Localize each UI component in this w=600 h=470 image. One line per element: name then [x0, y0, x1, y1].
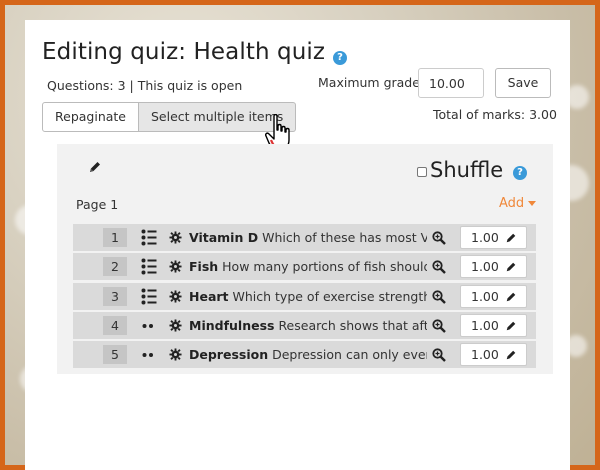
repaginate-button[interactable]: Repaginate: [42, 102, 139, 132]
preview-icon[interactable]: [432, 260, 446, 275]
mark-value: 1.00: [471, 317, 499, 333]
question-mark[interactable]: 1.00: [460, 226, 527, 249]
question-list: 1 Vitamin D Which of these has most Vita: [73, 224, 536, 370]
preview-icon[interactable]: [432, 319, 446, 333]
question-slot: 5 Depression Depression can only ever tr: [73, 341, 536, 369]
mark-value: 1.00: [471, 288, 499, 304]
action-buttons: Repaginate Select multiple items: [42, 102, 297, 132]
question-number: 4: [103, 315, 127, 335]
question-slot: 2 Fish How many portions of fish should …: [73, 253, 536, 281]
question-text[interactable]: Fish How many portions of fish should y: [189, 259, 427, 276]
mark-value: 1.00: [471, 230, 499, 245]
help-icon[interactable]: ?: [333, 51, 347, 65]
question-number: 3: [103, 286, 127, 306]
page-title: Editing quiz: Health quiz: [42, 39, 326, 65]
question-text[interactable]: Heart Which type of exercise strengthe: [189, 289, 427, 306]
pencil-icon[interactable]: [505, 349, 517, 361]
question-body: Depression can only ever tr: [272, 347, 427, 363]
question-name: Mindfulness: [189, 317, 275, 333]
quiz-section: Shuffle ? Page 1 Add 1 Vitamin D Which o…: [57, 144, 553, 374]
pencil-icon[interactable]: [88, 160, 102, 174]
shuffle-checkbox[interactable]: [417, 166, 427, 177]
question-name: Vitamin D: [189, 230, 259, 245]
pencil-icon[interactable]: [505, 232, 517, 244]
gear-icon[interactable]: [169, 231, 182, 244]
list-bullets: [141, 229, 157, 246]
page-heading: Page 1: [76, 197, 119, 212]
question-number: 1: [103, 228, 127, 247]
quiz-status: Questions: 3 | This quiz is open: [47, 78, 243, 93]
shuffle-label: Shuffle: [430, 158, 504, 182]
question-text[interactable]: Depression Depression can only ever tr: [189, 347, 427, 364]
pencil-icon[interactable]: [505, 291, 517, 303]
pencil-icon[interactable]: [505, 261, 517, 273]
question-mark[interactable]: 1.00: [460, 343, 527, 367]
question-mark[interactable]: 1.00: [460, 284, 527, 308]
question-slot: 1 Vitamin D Which of these has most Vita: [73, 224, 536, 251]
question-name: Fish: [189, 259, 219, 275]
caret-down-icon: [528, 201, 537, 206]
question-name: Heart: [189, 288, 229, 304]
total-marks: Total of marks: 3.00: [433, 107, 557, 122]
preview-icon[interactable]: [432, 348, 446, 363]
preview-icon[interactable]: [432, 289, 446, 304]
question-mark[interactable]: 1.00: [460, 255, 527, 279]
pencil-icon[interactable]: [505, 320, 517, 332]
shuffle-toggle[interactable]: Shuffle: [417, 158, 503, 182]
question-number: 5: [103, 345, 127, 365]
gear-icon[interactable]: [169, 290, 182, 303]
question-body: Which type of exercise strengthe: [232, 288, 428, 304]
save-button[interactable]: Save: [495, 68, 551, 98]
maximum-grade-label: Maximum grade: [318, 75, 420, 90]
question-text[interactable]: Vitamin D Which of these has most Vita: [189, 230, 427, 247]
question-slot: 4 Mindfulness Research shows that after: [73, 311, 536, 339]
question-mark[interactable]: 1.00: [460, 313, 527, 337]
maximum-grade-input[interactable]: [418, 68, 484, 98]
question-body: Research shows that after: [278, 317, 427, 333]
gear-icon[interactable]: [169, 260, 182, 273]
question-slot: 3 Heart Which type of exercise strengthe: [73, 282, 536, 310]
quiz-editor-card: Editing quiz: Health quiz ? Questions: 3…: [25, 20, 570, 470]
question-text[interactable]: Mindfulness Research shows that after: [189, 318, 427, 335]
mark-value: 1.00: [471, 347, 499, 363]
two-dots: [142, 353, 153, 358]
question-body: How many portions of fish should y: [222, 259, 427, 275]
add-label: Add: [499, 196, 525, 211]
preview-icon[interactable]: [432, 231, 446, 245]
list-bullets: [141, 288, 157, 305]
question-name: Depression: [189, 347, 269, 363]
two-dots: [142, 323, 153, 328]
question-body: Which of these has most Vita: [262, 230, 427, 245]
help-icon[interactable]: ?: [513, 166, 527, 180]
mark-value: 1.00: [471, 259, 499, 275]
add-dropdown[interactable]: Add: [499, 196, 537, 211]
list-bullets: [141, 258, 157, 275]
question-number: 2: [103, 257, 127, 277]
gear-icon[interactable]: [169, 348, 182, 361]
gear-icon[interactable]: [169, 319, 182, 332]
